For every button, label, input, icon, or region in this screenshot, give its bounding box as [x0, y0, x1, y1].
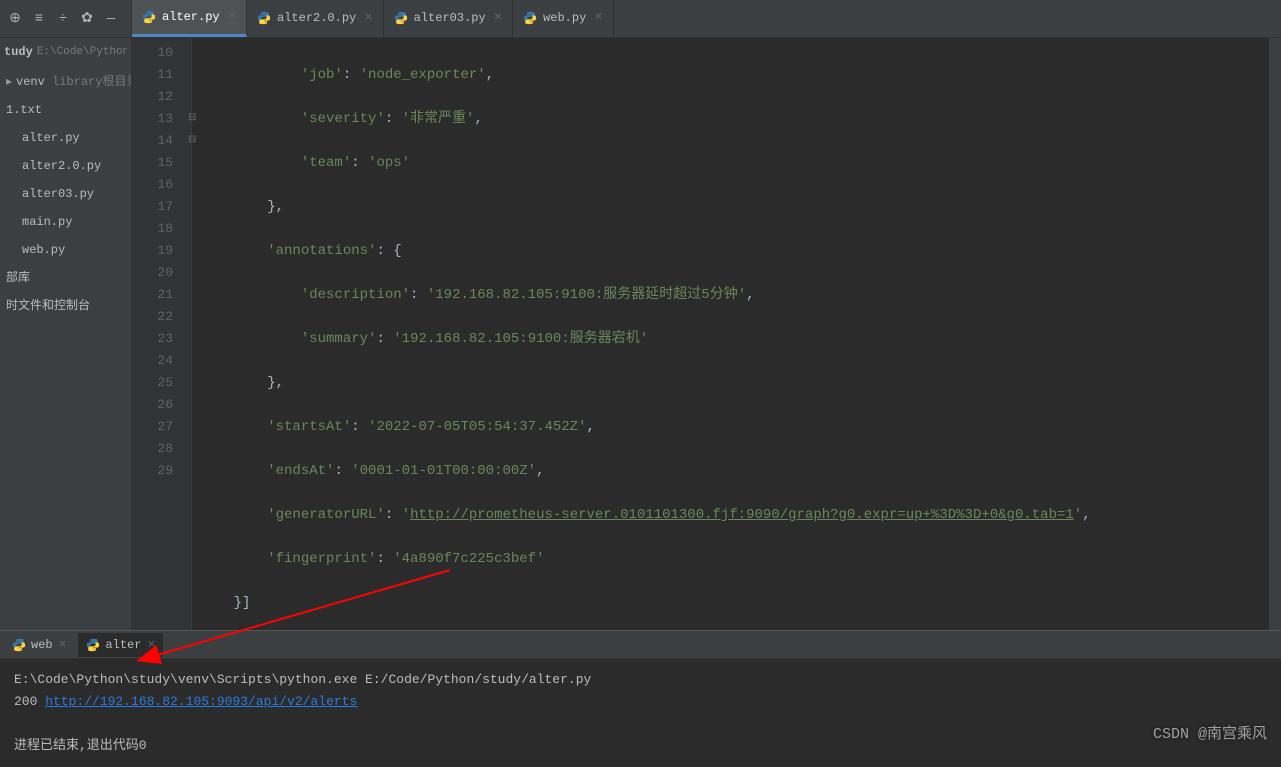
close-icon[interactable]: × [59, 637, 67, 652]
tab-label: alter.py [162, 10, 220, 24]
console-line: E:\Code\Python\study\venv\Scripts\python… [14, 669, 1267, 691]
minimize-icon[interactable]: — [100, 8, 122, 30]
tree-label: 部库 [6, 264, 30, 292]
target-icon[interactable]: ⊕ [4, 8, 26, 30]
project-name: tudy [4, 45, 33, 59]
console-link[interactable]: http://192.168.82.105:9093/api/v2/alerts [45, 694, 357, 709]
editor-area: alter.py × alter2.0.py × alter03.py × we… [132, 0, 1281, 630]
gear-icon[interactable]: ✿ [76, 8, 98, 30]
tree-label: alter2.0.py [22, 152, 101, 180]
tab-label: alter2.0.py [277, 11, 356, 25]
python-icon [86, 638, 100, 652]
tree-label: 1.txt [6, 96, 42, 124]
tree-item-txt[interactable]: 1.txt [0, 96, 131, 124]
tab-alter2[interactable]: alter2.0.py × [247, 0, 384, 37]
tree-label: alter03.py [22, 180, 94, 208]
file-tree: ▸venv library根目录 1.txt alter.py alter2.0… [0, 66, 131, 322]
project-header[interactable]: tudy E:\Code\Python\s [0, 38, 131, 66]
python-icon [257, 11, 271, 25]
tab-label: web [31, 638, 53, 652]
code-editor[interactable]: ⊟ ⊟ 101112131415161718192021222324252627… [132, 38, 1281, 630]
code-content[interactable]: 'job': 'node_exporter', 'severity': '非常严… [192, 38, 1269, 630]
tree-label: 时文件和控制台 [6, 292, 90, 320]
console-tab-alter[interactable]: alter × [78, 633, 163, 657]
line-gutter: ⊟ ⊟ 101112131415161718192021222324252627… [132, 38, 192, 630]
tree-extra: library根目录 [52, 68, 131, 96]
collapse-icon[interactable]: ≡ [28, 8, 50, 30]
console-panel: web × alter × E:\Code\Python\study\venv\… [0, 630, 1281, 767]
console-output[interactable]: E:\Code\Python\study\venv\Scripts\python… [0, 659, 1281, 767]
python-icon [12, 638, 26, 652]
watermark: CSDN @南宫乘风 [1153, 722, 1267, 743]
tree-label: web.py [22, 236, 65, 264]
tree-item-main[interactable]: main.py [0, 208, 131, 236]
tree-label: venv [16, 68, 45, 96]
tab-label: web.py [543, 11, 586, 25]
scrollbar[interactable] [1269, 38, 1281, 630]
close-icon[interactable]: × [494, 10, 502, 26]
project-path: E:\Code\Python\s [37, 46, 127, 58]
close-icon[interactable]: × [594, 10, 602, 26]
close-icon[interactable]: × [364, 10, 372, 26]
tab-label: alter [105, 638, 141, 652]
tab-alter03[interactable]: alter03.py × [384, 0, 513, 37]
tree-item-lib[interactable]: 部库 [0, 264, 131, 292]
python-icon [523, 11, 537, 25]
tree-item-alter2[interactable]: alter2.0.py [0, 152, 131, 180]
sidebar-toolbar: ⊕ ≡ ÷ ✿ — [0, 0, 131, 38]
tree-item-venv[interactable]: ▸venv library根目录 [0, 68, 131, 96]
tab-label: alter03.py [414, 11, 486, 25]
tree-item-scratch[interactable]: 时文件和控制台 [0, 292, 131, 320]
tree-label: main.py [22, 208, 72, 236]
editor-tabs: alter.py × alter2.0.py × alter03.py × we… [132, 0, 1281, 38]
tab-alter[interactable]: alter.py × [132, 0, 247, 37]
tree-item-alter03[interactable]: alter03.py [0, 180, 131, 208]
tree-item-web[interactable]: web.py [0, 236, 131, 264]
project-sidebar: ⊕ ≡ ÷ ✿ — tudy E:\Code\Python\s ▸venv li… [0, 0, 132, 630]
console-tab-web[interactable]: web × [4, 633, 74, 657]
expand-icon[interactable]: ÷ [52, 8, 74, 30]
tree-item-alter[interactable]: alter.py [0, 124, 131, 152]
tree-label: alter.py [22, 124, 80, 152]
close-icon[interactable]: × [228, 9, 236, 25]
console-tabs: web × alter × [0, 631, 1281, 659]
close-icon[interactable]: × [147, 637, 155, 652]
tab-web[interactable]: web.py × [513, 0, 614, 37]
console-line: 200 http://192.168.82.105:9093/api/v2/al… [14, 691, 1267, 713]
python-icon [142, 10, 156, 24]
python-icon [394, 11, 408, 25]
console-line: 进程已结束,退出代码0 [14, 735, 1267, 757]
